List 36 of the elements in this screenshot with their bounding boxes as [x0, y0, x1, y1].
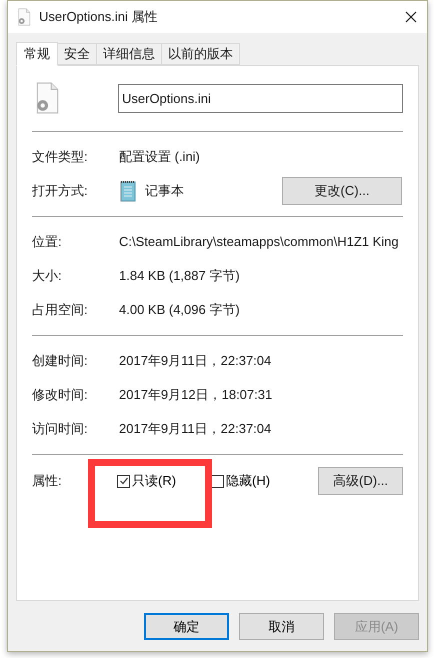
- checkbox-label: 隐藏(H): [226, 472, 270, 490]
- field-label: 访问时间:: [32, 420, 89, 438]
- close-icon[interactable]: [405, 11, 417, 23]
- field-label: 创建时间:: [32, 352, 89, 370]
- dialog-button[interactable]: 确定: [144, 613, 229, 640]
- field-label: 修改时间:: [32, 386, 89, 404]
- window-title: UserOptions.ini 属性: [39, 8, 158, 26]
- dialog-button[interactable]: 取消: [239, 613, 324, 640]
- field-label: 属性:: [32, 472, 63, 490]
- field-value: C:\SteamLibrary\steamapps\common\H1Z1 King: [119, 233, 399, 252]
- field-label: 位置:: [32, 233, 63, 252]
- field-value: 2017年9月12日，18:07:31: [119, 386, 272, 404]
- file-icon: [17, 8, 31, 26]
- field-label: 大小:: [32, 267, 63, 286]
- notepad-icon: [119, 180, 137, 202]
- checkbox-label: 只读(R): [132, 472, 176, 490]
- field-value: 1.84 KB (1,887 字节): [119, 267, 240, 286]
- field-value: 2017年9月11日，22:37:04: [119, 420, 272, 438]
- field-value: 4.00 KB (4,096 字节): [119, 301, 240, 320]
- file-name-field[interactable]: UserOptions.ini: [118, 84, 403, 112]
- field-value: 配置设置 (.ini): [119, 148, 200, 166]
- field-label: 占用空间:: [32, 301, 89, 320]
- file-gear-icon: [34, 82, 60, 114]
- field-label: 打开方式:: [32, 182, 89, 200]
- checkbox[interactable]: [117, 474, 130, 488]
- check-icon: [118, 476, 128, 486]
- tab[interactable]: 详细信息: [96, 43, 162, 65]
- change-button[interactable]: 更改(C)...: [282, 177, 402, 205]
- advanced-button[interactable]: 高级(D)...: [318, 467, 403, 495]
- field-value: 2017年9月11日，22:37:04: [119, 352, 272, 370]
- tab[interactable]: 常规: [16, 42, 58, 66]
- app-name: 记事本: [145, 182, 184, 200]
- tab[interactable]: 安全: [57, 43, 97, 65]
- tab[interactable]: 以前的版本: [161, 43, 240, 65]
- field-label: 文件类型:: [32, 148, 89, 166]
- checkbox[interactable]: [211, 474, 224, 488]
